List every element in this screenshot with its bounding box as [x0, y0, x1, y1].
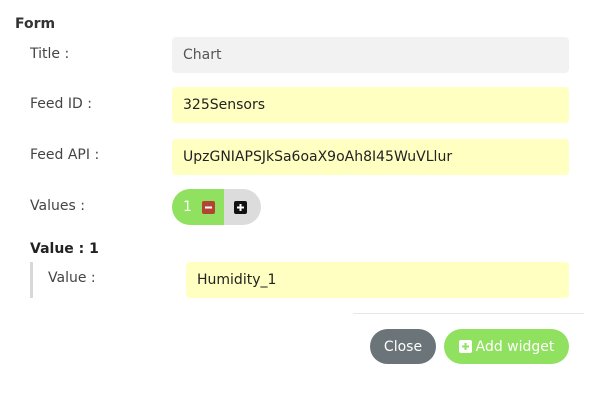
values-stepper: 1	[172, 189, 261, 225]
values-label: Values :	[30, 198, 85, 214]
value-label: Value :	[48, 270, 96, 286]
values-stepper-add-area	[223, 189, 261, 225]
feed-api-label: Feed API :	[30, 147, 100, 163]
value-field[interactable]	[186, 262, 569, 298]
feed-id-label: Feed ID :	[30, 96, 92, 112]
values-stepper-count-area: 1	[172, 189, 224, 225]
value-section-title: Value : 1	[30, 241, 99, 257]
values-count: 1	[183, 199, 192, 215]
footer-divider	[353, 313, 584, 314]
feed-id-field[interactable]	[172, 87, 569, 123]
value-section-indent-bar	[30, 262, 33, 298]
feed-api-field[interactable]	[172, 139, 569, 175]
plus-icon	[236, 203, 244, 211]
decrement-button[interactable]	[201, 200, 215, 214]
widget-form-panel: Form Title : Feed ID : Feed API : Values…	[0, 0, 599, 408]
title-field[interactable]	[172, 37, 569, 73]
add-widget-button[interactable]: Add widget	[444, 329, 569, 364]
close-button[interactable]: Close	[370, 329, 436, 364]
title-label: Title :	[30, 46, 70, 62]
minus-icon	[204, 206, 212, 208]
plus-square-icon	[458, 340, 472, 353]
form-title: Form	[15, 16, 56, 32]
increment-button[interactable]	[233, 200, 247, 214]
add-widget-label: Add widget	[475, 338, 555, 355]
